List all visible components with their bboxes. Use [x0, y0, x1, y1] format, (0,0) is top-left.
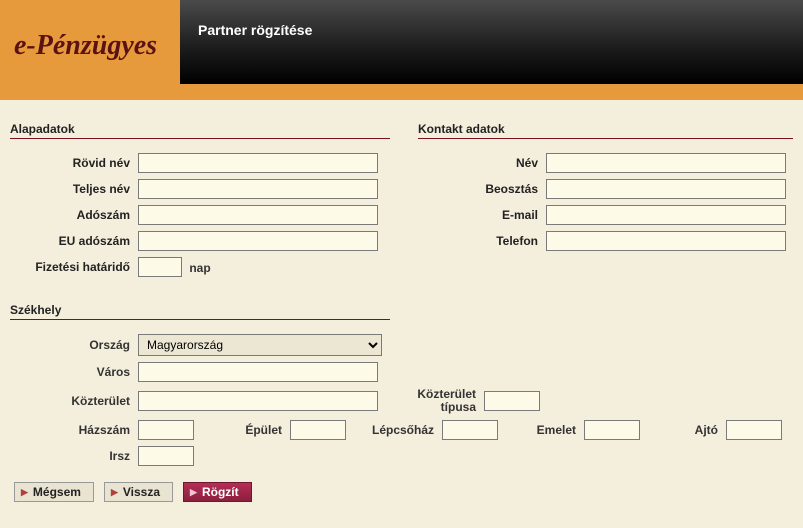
- house-no-input[interactable]: [138, 420, 194, 440]
- label-zip: Irsz: [10, 449, 130, 463]
- label-full-name: Teljes név: [10, 182, 130, 196]
- label-contact-name: Név: [418, 156, 538, 170]
- label-building: Épület: [202, 423, 282, 437]
- short-name-input[interactable]: [138, 153, 378, 173]
- section-contact-title: Kontakt adatok: [418, 122, 793, 139]
- label-door: Ajtó: [648, 423, 718, 437]
- section-basic-title: Alapadatok: [10, 122, 390, 139]
- floor-input[interactable]: [584, 420, 640, 440]
- save-button[interactable]: ▶ Rögzít: [183, 482, 252, 502]
- contact-name-input[interactable]: [546, 153, 786, 173]
- city-input[interactable]: [138, 362, 378, 382]
- door-input[interactable]: [726, 420, 782, 440]
- contact-phone-input[interactable]: [546, 231, 786, 251]
- arrow-right-icon: ▶: [190, 487, 197, 498]
- label-contact-phone: Telefon: [418, 234, 538, 248]
- label-floor: Emelet: [506, 423, 576, 437]
- payment-deadline-input[interactable]: [138, 257, 182, 277]
- cancel-button[interactable]: ▶ Mégsem: [14, 482, 94, 502]
- label-tax-number: Adószám: [10, 208, 130, 222]
- eu-tax-number-input[interactable]: [138, 231, 378, 251]
- arrow-right-icon: ▶: [21, 487, 28, 498]
- building-input[interactable]: [290, 420, 346, 440]
- page-title: Partner rögzítése: [198, 22, 312, 38]
- section-address-title: Székhely: [10, 303, 390, 320]
- contact-position-input[interactable]: [546, 179, 786, 199]
- back-button[interactable]: ▶ Vissza: [104, 482, 173, 502]
- header-dark-band: [180, 0, 803, 84]
- payment-deadline-unit: nap: [189, 261, 210, 275]
- country-select[interactable]: Magyarország: [138, 334, 382, 356]
- arrow-right-icon: ▶: [111, 487, 118, 498]
- zip-input[interactable]: [138, 446, 194, 466]
- label-house-no: Házszám: [10, 423, 130, 437]
- label-city: Város: [10, 365, 130, 379]
- label-street-type: Közterület típusa: [386, 388, 476, 414]
- contact-email-input[interactable]: [546, 205, 786, 225]
- label-contact-email: E-mail: [418, 208, 538, 222]
- label-eu-tax-number: EU adószám: [10, 234, 130, 248]
- label-payment-deadline: Fizetési határidő: [10, 260, 130, 274]
- label-street: Közterület: [10, 394, 130, 408]
- label-contact-position: Beosztás: [418, 182, 538, 196]
- label-country: Ország: [10, 338, 130, 352]
- back-button-label: Vissza: [123, 485, 160, 499]
- save-button-label: Rögzít: [202, 485, 239, 499]
- label-short-name: Rövid név: [10, 156, 130, 170]
- app-header: e-Pénzügyes Partner rögzítése: [0, 0, 803, 100]
- app-logo: e-Pénzügyes: [14, 30, 157, 62]
- tax-number-input[interactable]: [138, 205, 378, 225]
- street-input[interactable]: [138, 391, 378, 411]
- cancel-button-label: Mégsem: [33, 485, 81, 499]
- label-staircase: Lépcsőház: [354, 423, 434, 437]
- street-type-input[interactable]: [484, 391, 540, 411]
- button-bar: ▶ Mégsem ▶ Vissza ▶ Rögzít: [0, 476, 803, 510]
- staircase-input[interactable]: [442, 420, 498, 440]
- full-name-input[interactable]: [138, 179, 378, 199]
